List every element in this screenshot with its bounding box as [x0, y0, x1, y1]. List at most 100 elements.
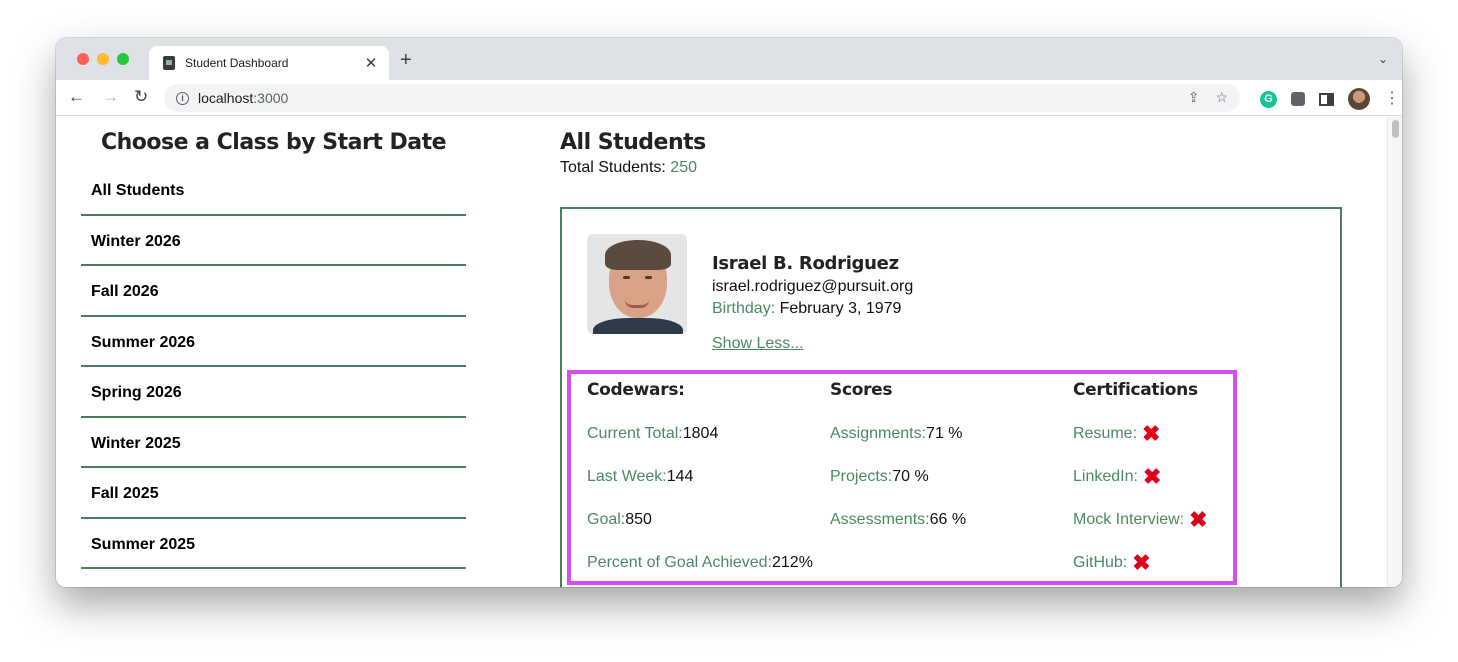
- photo-eye: [623, 276, 630, 279]
- page-title: All Students: [560, 130, 706, 155]
- codewars-goal: Goal: 850: [587, 492, 813, 535]
- class-list: All Students Winter 2026 Fall 2026 Summe…: [81, 165, 466, 569]
- score-projects: Projects: 70 %: [830, 449, 966, 492]
- class-label: Winter 2026: [91, 232, 181, 250]
- cert-mock-interview: Mock Interview: ✖: [1073, 492, 1208, 535]
- class-item-winter-2025[interactable]: Winter 2025: [81, 418, 466, 468]
- omnibox-actions: ⇪ ☆: [1188, 89, 1228, 106]
- scores-section: Scores Assignments: 71 % Projects: 70 % …: [830, 380, 966, 535]
- class-label: Fall 2025: [91, 485, 159, 503]
- birthday-label: Birthday:: [712, 300, 780, 317]
- stat-label: Projects:: [830, 468, 893, 485]
- student-photo: [587, 234, 687, 334]
- codewars-section: Codewars: Current Total: 1804 Last Week:…: [587, 380, 813, 578]
- student-name: Israel B. Rodriguez: [712, 253, 899, 274]
- browser-toolbar: ← → ↻ i localhost :3000 ⇪ ☆ G ⋮: [56, 80, 1402, 116]
- total-students: Total Students: 250: [560, 159, 1350, 177]
- total-students-label: Total Students:: [560, 159, 671, 176]
- stat-label: Current Total:: [587, 425, 683, 442]
- photo-shirt: [593, 318, 683, 334]
- stat-label: Assessments:: [830, 511, 930, 528]
- back-arrow-icon[interactable]: ←: [68, 87, 85, 107]
- close-tab-icon[interactable]: ✕: [359, 54, 383, 72]
- class-item-fall-2026[interactable]: Fall 2026: [81, 266, 466, 317]
- student-birthday: Birthday: February 3, 1979: [712, 300, 913, 318]
- cert-linkedin: LinkedIn: ✖: [1073, 449, 1208, 492]
- class-sidebar: Choose a Class by Start Date All Student…: [81, 117, 466, 569]
- class-item-summer-2025[interactable]: Summer 2025: [81, 519, 466, 569]
- profile-avatar[interactable]: [1348, 88, 1370, 110]
- screen: Student Dashboard ✕ + ⌄ ← → ↻ i localhos…: [0, 0, 1458, 662]
- stat-value: 70 %: [892, 468, 929, 485]
- stat-value: 1804: [682, 425, 719, 442]
- more-menu-icon[interactable]: ⋮: [1384, 91, 1400, 107]
- url-port: :3000: [253, 90, 289, 106]
- student-card: Israel B. Rodriguez israel.rodriguez@pur…: [560, 207, 1342, 587]
- side-panel-icon[interactable]: [1319, 92, 1334, 106]
- codewars-current-total: Current Total: 1804: [587, 406, 813, 449]
- photo-eye: [645, 276, 652, 279]
- stat-label: Assignments:: [830, 425, 927, 442]
- score-assignments: Assignments: 71 %: [830, 406, 966, 449]
- browser-window: Student Dashboard ✕ + ⌄ ← → ↻ i localhos…: [56, 38, 1402, 587]
- red-x-icon: ✖: [1142, 464, 1162, 489]
- photo-hair: [605, 240, 671, 270]
- class-label: All Students: [91, 182, 185, 200]
- scores-heading: Scores: [830, 380, 893, 400]
- reload-icon[interactable]: ↻: [134, 87, 148, 107]
- stat-value: 66 %: [929, 511, 967, 528]
- student-info: Israel B. Rodriguez israel.rodriguez@pur…: [712, 253, 913, 353]
- class-item-all-students[interactable]: All Students: [81, 165, 466, 216]
- class-item-summer-2026[interactable]: Summer 2026: [81, 317, 466, 367]
- birthday-value: February 3, 1979: [779, 300, 902, 317]
- tab-strip: Student Dashboard ✕ + ⌄: [56, 38, 1402, 80]
- tab-title: Student Dashboard: [185, 56, 289, 70]
- class-item-winter-2026[interactable]: Winter 2026: [81, 216, 466, 266]
- student-email: israel.rodriguez@pursuit.org: [712, 278, 914, 295]
- page-viewport: Choose a Class by Start Date All Student…: [56, 117, 1402, 587]
- stat-label: Last Week:: [587, 468, 667, 485]
- cert-label: GitHub:: [1073, 554, 1128, 571]
- score-assessments: Assessments: 66 %: [830, 492, 966, 535]
- close-window-button[interactable]: [77, 53, 89, 65]
- class-item-spring-2026[interactable]: Spring 2026: [81, 367, 466, 418]
- address-bar[interactable]: i localhost :3000 ⇪ ☆: [164, 84, 1240, 112]
- stat-value: 212%: [772, 554, 813, 571]
- students-main: All Students Total Students: 250 Israel: [560, 117, 1350, 587]
- codewars-percent-goal: Percent of Goal Achieved: 212%: [587, 535, 813, 578]
- tab-student-dashboard[interactable]: Student Dashboard ✕: [149, 46, 389, 80]
- certifications-heading: Certifications: [1073, 380, 1198, 400]
- codewars-heading: Codewars:: [587, 380, 685, 400]
- new-tab-button[interactable]: +: [400, 50, 412, 70]
- chevron-down-icon[interactable]: ⌄: [1378, 52, 1388, 66]
- show-less-link[interactable]: Show Less...: [712, 335, 804, 353]
- class-label: Winter 2025: [91, 434, 181, 452]
- cert-github: GitHub: ✖: [1073, 535, 1208, 578]
- extensions-puzzle-icon[interactable]: [1291, 92, 1305, 106]
- extensions-area: G ⋮: [1260, 88, 1400, 110]
- stat-label: Percent of Goal Achieved:: [587, 554, 772, 571]
- cert-label: LinkedIn:: [1073, 468, 1138, 485]
- url-host: localhost: [198, 90, 254, 106]
- bookmark-star-icon[interactable]: ☆: [1215, 89, 1228, 106]
- page-scrollbar[interactable]: [1387, 117, 1402, 587]
- sidebar-title: Choose a Class by Start Date: [100, 130, 447, 155]
- share-icon[interactable]: ⇪: [1188, 89, 1200, 106]
- book-icon: [163, 56, 175, 70]
- codewars-last-week: Last Week: 144: [587, 449, 813, 492]
- stat-value: 144: [666, 468, 694, 485]
- minimize-window-button[interactable]: [97, 53, 109, 65]
- maximize-window-button[interactable]: [117, 53, 129, 65]
- red-x-icon: ✖: [1132, 550, 1151, 575]
- red-x-icon: ✖: [1189, 507, 1208, 532]
- forward-arrow-icon[interactable]: →: [102, 87, 119, 107]
- stat-value: 71 %: [926, 425, 963, 442]
- scrollbar-thumb[interactable]: [1392, 120, 1399, 138]
- stat-value: 850: [625, 511, 652, 528]
- class-item-fall-2025[interactable]: Fall 2025: [81, 468, 466, 519]
- student-details-highlight: Codewars: Current Total: 1804 Last Week:…: [567, 370, 1237, 585]
- info-icon[interactable]: i: [176, 91, 189, 105]
- class-label: Spring 2026: [91, 384, 182, 402]
- cert-label: Resume:: [1073, 425, 1138, 442]
- grammarly-icon[interactable]: G: [1260, 90, 1277, 108]
